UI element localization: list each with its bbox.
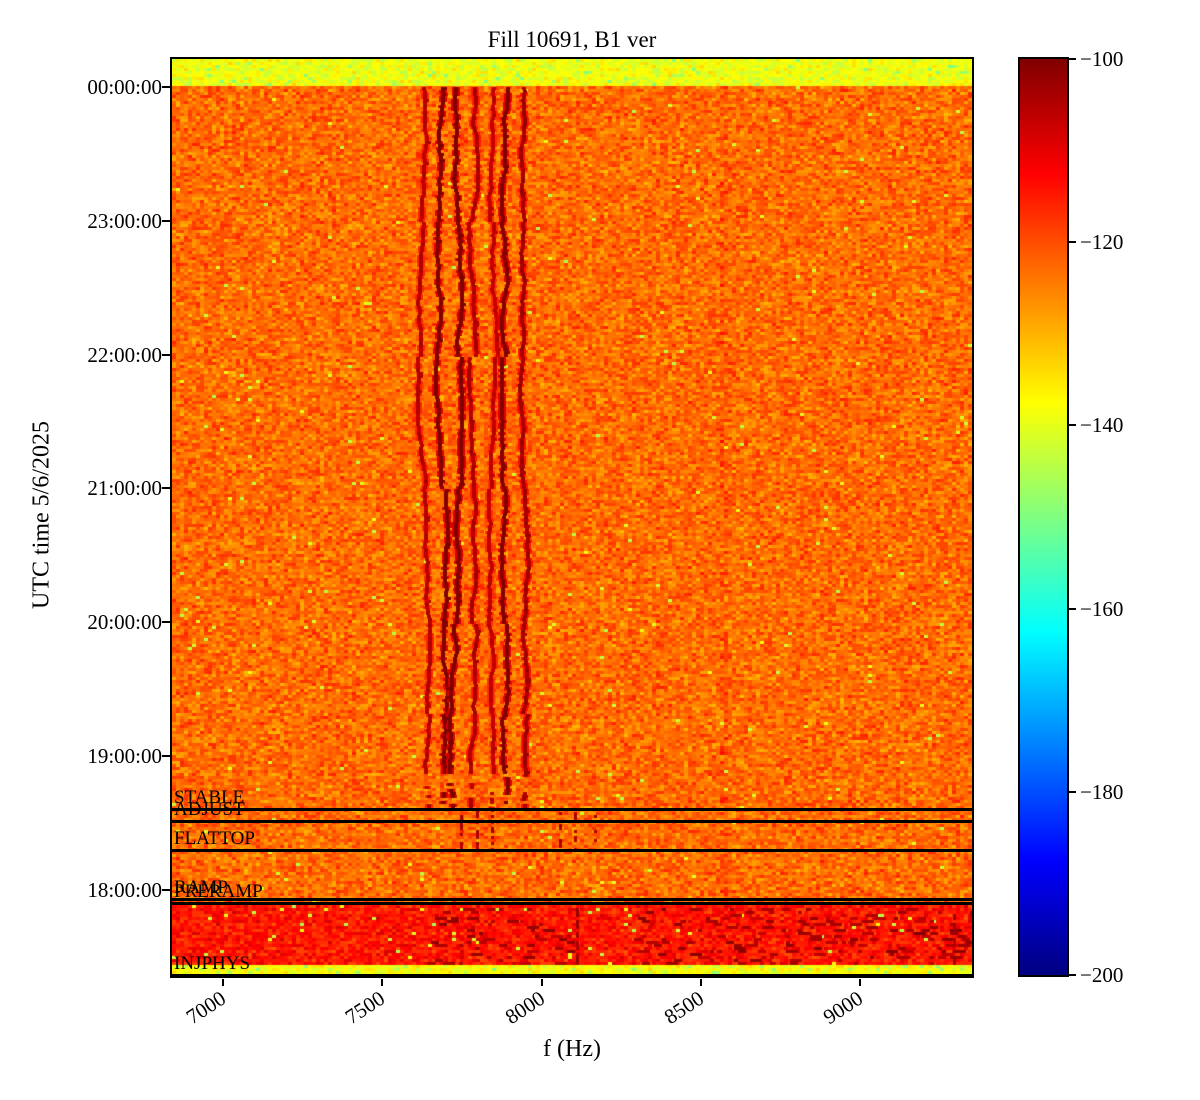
plot-area: STABLE ADJUST FLATTOP RAMP PRERAMP INJPHYS: [170, 57, 974, 978]
spectrogram-canvas: [172, 59, 972, 976]
beam-mode-label: ADJUST: [174, 799, 245, 820]
beam-mode-line: [172, 902, 972, 905]
y-tick-label: 22:00:00: [87, 343, 162, 367]
spectrogram-figure: Fill 10691, B1 ver UTC time 5/6/2025 f (…: [0, 0, 1200, 1100]
y-tick-mark: [162, 755, 170, 757]
colorbar-tick-mark: [1069, 241, 1076, 243]
colorbar-tick-label: −140: [1080, 413, 1124, 437]
beam-mode-label: PRERAMP: [174, 881, 263, 902]
x-tick-mark: [859, 979, 861, 986]
y-tick-mark: [162, 621, 170, 623]
colorbar-tick-label: −120: [1080, 230, 1124, 254]
beam-mode-line: [172, 898, 972, 901]
colorbar-tick-label: −180: [1080, 780, 1124, 804]
colorbar: [1018, 57, 1069, 977]
y-tick-label: 00:00:00: [87, 75, 162, 99]
y-tick-mark: [162, 487, 170, 489]
x-tick-mark: [541, 979, 543, 986]
colorbar-tick-label: −200: [1080, 963, 1124, 987]
y-axis-label: UTC time 5/6/2025: [28, 421, 55, 609]
beam-mode-line: [172, 820, 972, 823]
y-tick-mark: [162, 354, 170, 356]
y-tick-label: 21:00:00: [87, 476, 162, 500]
colorbar-tick-label: −160: [1080, 597, 1124, 621]
beam-mode-label: INJPHYS: [174, 953, 251, 974]
y-tick-mark: [162, 220, 170, 222]
y-tick-label: 19:00:00: [87, 744, 162, 768]
y-tick-label: 23:00:00: [87, 209, 162, 233]
colorbar-tick-mark: [1069, 58, 1076, 60]
colorbar-tick-mark: [1069, 974, 1076, 976]
colorbar-tick-label: −100: [1080, 47, 1124, 71]
y-tick-mark: [162, 889, 170, 891]
y-tick-mark: [162, 86, 170, 88]
y-tick-label: 18:00:00: [87, 878, 162, 902]
x-tick-mark: [381, 979, 383, 986]
x-tick-mark: [222, 979, 224, 986]
chart-title: Fill 10691, B1 ver: [487, 27, 657, 52]
beam-mode-line: [172, 849, 972, 852]
beam-mode-label: FLATTOP: [174, 828, 255, 849]
colorbar-tick-mark: [1069, 424, 1076, 426]
y-tick-label: 20:00:00: [87, 610, 162, 634]
colorbar-tick-mark: [1069, 608, 1076, 610]
colorbar-tick-mark: [1069, 791, 1076, 793]
beam-mode-line: [172, 808, 972, 811]
beam-mode-line: [172, 974, 972, 977]
x-tick-mark: [700, 979, 702, 986]
